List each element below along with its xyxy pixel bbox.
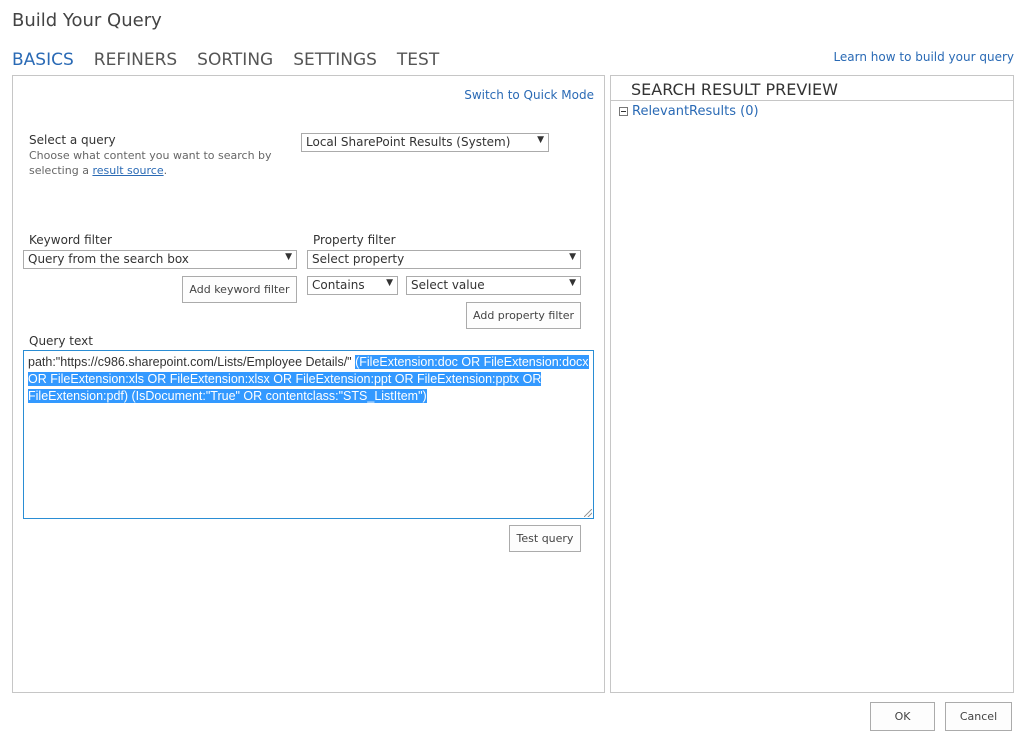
add-keyword-filter-button[interactable]: Add keyword filter: [182, 276, 297, 303]
search-result-preview-panel: SEARCH RESULT PREVIEW RelevantResults (0…: [610, 75, 1014, 693]
cancel-button[interactable]: Cancel: [945, 702, 1012, 731]
preview-title: SEARCH RESULT PREVIEW: [631, 80, 838, 99]
ok-button[interactable]: OK: [870, 702, 935, 731]
switch-quick-mode-link[interactable]: Switch to Quick Mode: [464, 88, 594, 102]
operator-select[interactable]: Contains ▼: [307, 276, 398, 295]
property-filter-select[interactable]: Select property ▼: [307, 250, 581, 269]
property-value-select[interactable]: Select value ▼: [406, 276, 581, 295]
result-source-link[interactable]: result source: [92, 164, 163, 177]
tab-bar: BASICS REFINERS SORTING SETTINGS TEST: [12, 50, 439, 70]
dropdown-arrow-icon: ▼: [386, 278, 393, 288]
basics-panel: Switch to Quick Mode Select a query Choo…: [12, 75, 605, 693]
tab-settings[interactable]: SETTINGS: [293, 50, 377, 70]
dropdown-arrow-icon: ▼: [537, 135, 544, 145]
test-query-button[interactable]: Test query: [509, 525, 581, 552]
dialog-title: Build Your Query: [12, 10, 162, 31]
select-query-description: Choose what content you want to search b…: [29, 149, 272, 177]
tab-refiners[interactable]: REFINERS: [94, 50, 177, 70]
keyword-filter-label: Keyword filter: [29, 233, 112, 247]
query-text-label: Query text: [29, 334, 93, 348]
tab-sorting[interactable]: SORTING: [197, 50, 273, 70]
tab-basics[interactable]: BASICS: [12, 50, 74, 70]
property-filter-label: Property filter: [313, 233, 396, 247]
tab-test[interactable]: TEST: [397, 50, 439, 70]
keyword-filter-select[interactable]: Query from the search box ▼: [23, 250, 297, 269]
query-text-input[interactable]: path:"https://c986.sharepoint.com/Lists/…: [23, 350, 594, 519]
dropdown-arrow-icon: ▼: [569, 278, 576, 288]
learn-link[interactable]: Learn how to build your query: [833, 50, 1014, 64]
select-query-label: Select a query: [29, 133, 116, 147]
collapse-icon[interactable]: [619, 107, 628, 116]
dropdown-arrow-icon: ▼: [285, 252, 292, 262]
preview-divider: [611, 100, 1013, 101]
relevant-results-group[interactable]: RelevantResults (0): [619, 104, 759, 119]
add-property-filter-button[interactable]: Add property filter: [466, 302, 581, 329]
dropdown-arrow-icon: ▼: [569, 252, 576, 262]
resize-grip-icon[interactable]: [584, 509, 592, 517]
query-source-select[interactable]: Local SharePoint Results (System) ▼: [301, 133, 549, 152]
